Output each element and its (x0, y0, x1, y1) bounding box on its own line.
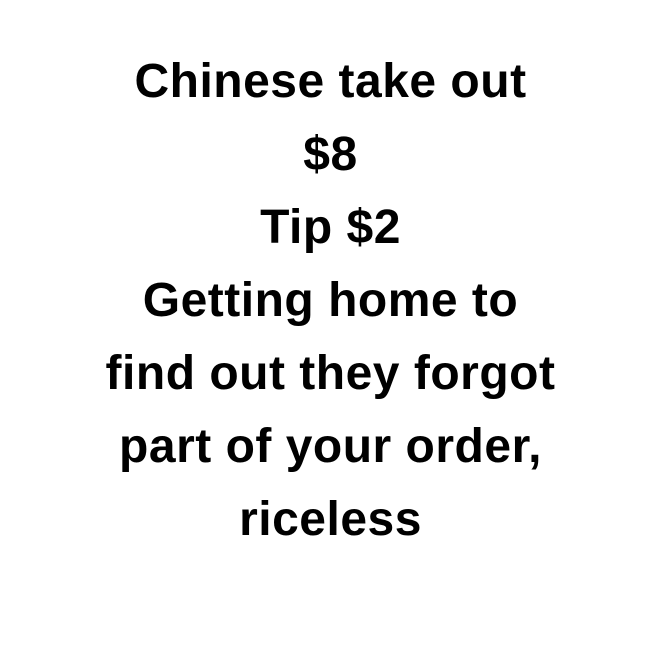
caption-line-1: Chinese take out (134, 55, 527, 108)
caption-line-2: $8 (303, 128, 358, 181)
caption-line-6: part of your order, (119, 420, 542, 473)
meme-caption: Chinese take out $8 Tip $2 Getting home … (0, 45, 661, 556)
caption-line-5: find out they forgot (105, 347, 556, 400)
caption-line-7: riceless (239, 493, 422, 546)
caption-line-4: Getting home to (142, 274, 519, 327)
caption-line-3: Tip $2 (260, 201, 401, 254)
meme-image: Chinese take out $8 Tip $2 Getting home … (0, 0, 661, 657)
